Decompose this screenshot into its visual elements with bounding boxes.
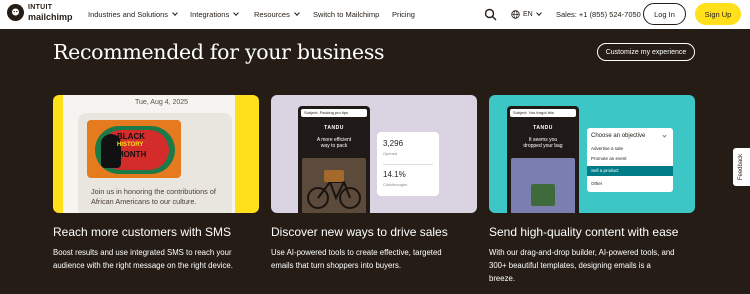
clickthrough-value: 14.1% xyxy=(383,170,406,179)
email-brand: TANDU xyxy=(324,125,344,131)
language-selector[interactable]: EN xyxy=(511,0,542,29)
globe-icon xyxy=(511,10,520,19)
feedback-label: Feedback xyxy=(738,153,745,181)
dropdown-option: Promote an event xyxy=(591,156,627,161)
login-button[interactable]: Log In xyxy=(643,3,686,25)
language-label: EN xyxy=(523,11,533,18)
top-nav: INTUIT mailchimp Industries and Solution… xyxy=(0,0,750,29)
message-line: Join us in honoring the contributions of xyxy=(91,187,216,196)
message-date: Tue, Aug 4, 2025 xyxy=(135,99,189,106)
sms-card-image[interactable]: Tue, Aug 4, 2025 BLACK HISTORY MONTH Joi… xyxy=(53,95,259,213)
email-preview: Subject: You forgot this TANDU It seems … xyxy=(507,106,579,213)
email-headline: It seems you dropped your bag xyxy=(507,137,579,149)
headline-line: dropped your bag xyxy=(523,143,563,149)
chevron-down-icon xyxy=(662,133,667,138)
section-title: Recommended for your business xyxy=(53,40,385,64)
poster-line: MONTH xyxy=(117,150,147,159)
chevron-down-icon xyxy=(294,10,300,16)
dropdown-option: Advertise a sale xyxy=(591,146,624,151)
sales-phone[interactable]: Sales: +1 (855) 524-7050 xyxy=(556,0,641,29)
nav-industries-and-solutions[interactable]: Industries and Solutions xyxy=(88,0,178,29)
card-desc-sales: Use AI-powered tools to create effective… xyxy=(271,246,442,272)
customize-experience-button[interactable]: Customize my experience xyxy=(597,43,695,61)
dropdown-option: Other xyxy=(591,181,603,186)
card-title-sms[interactable]: Reach more customers with SMS xyxy=(53,225,231,239)
nav-item-label: Integrations xyxy=(190,10,230,19)
nav-item-label: Pricing xyxy=(392,10,415,19)
nav-integrations[interactable]: Integrations xyxy=(190,0,240,29)
nav-pricing[interactable]: Pricing xyxy=(392,0,415,29)
nav-switch-to-mailchimp[interactable]: Switch to Mailchimp xyxy=(313,0,379,29)
logo-intuit-text: INTUIT xyxy=(28,4,53,11)
card-title-content[interactable]: Send high-quality content with ease xyxy=(489,225,678,239)
desc-line: Boost results and use integrated SMS to … xyxy=(53,248,232,257)
logo-wordmark: INTUIT mailchimp xyxy=(28,4,73,22)
feedback-tab[interactable]: Feedback xyxy=(733,148,750,186)
card-title-sales[interactable]: Discover new ways to drive sales xyxy=(271,225,448,239)
freddie-logo-icon xyxy=(7,4,24,21)
nav-resources[interactable]: Resources xyxy=(254,0,300,29)
opened-label: Opened xyxy=(383,151,398,156)
email-brand: TANDU xyxy=(533,125,553,131)
clickthrough-label: Clickthroughs xyxy=(383,182,408,187)
headline-line: way to pack xyxy=(320,143,348,149)
poster-line: BLACK xyxy=(117,132,145,141)
content-card-image[interactable]: Subject: You forgot this TANDU It seems … xyxy=(489,95,695,213)
bag-icon xyxy=(531,184,555,206)
nav-item-label: Switch to Mailchimp xyxy=(313,10,380,19)
signup-button[interactable]: Sign Up xyxy=(695,3,741,25)
desc-line: Use AI-powered tools to create effective… xyxy=(271,248,442,257)
nav-item-label: Resources xyxy=(254,10,290,19)
opened-value: 3,296 xyxy=(383,139,404,148)
chevron-down-icon xyxy=(172,10,178,16)
desc-line: 300+ beautiful templates, designing emai… xyxy=(489,261,651,270)
desc-line: emails that turn shoppers into buyers. xyxy=(271,261,402,270)
stats-divider xyxy=(383,164,433,165)
mailchimp-logo[interactable]: INTUIT mailchimp xyxy=(7,4,73,22)
email-subject: Subject: You forgot this xyxy=(510,109,576,117)
email-preview: Subject: Packing pro tips TANDU A more e… xyxy=(298,106,370,213)
bag-photo xyxy=(511,158,575,213)
nav-item-label: Industries and Solutions xyxy=(88,10,169,19)
phone-mockup: Tue, Aug 4, 2025 BLACK HISTORY MONTH Joi… xyxy=(63,95,235,213)
dropdown-title: Choose an objective xyxy=(591,133,646,139)
poster-line: HISTORY xyxy=(117,142,144,148)
poster-text: BLACK HISTORY MONTH xyxy=(117,132,146,159)
sales-card-image[interactable]: Subject: Packing pro tips TANDU A more e… xyxy=(271,95,477,213)
dropdown-option-selected: Sell a product xyxy=(587,166,673,176)
logo-mailchimp-text: mailchimp xyxy=(28,12,73,22)
desc-line: With our drag-and-drop builder, AI-power… xyxy=(489,248,675,257)
bicycle-photo xyxy=(302,158,366,213)
chevron-down-icon xyxy=(535,10,542,16)
email-subject: Subject: Packing pro tips xyxy=(301,109,367,117)
stats-panel: 3,296 Opened 14.1% Clickthroughs xyxy=(377,132,439,196)
search-icon[interactable] xyxy=(484,8,497,21)
bicycle-icon xyxy=(307,170,361,209)
sms-message-text: Join us in honoring the contributions of… xyxy=(91,187,216,207)
card-desc-content: With our drag-and-drop builder, AI-power… xyxy=(489,246,675,285)
card-desc-sms: Boost results and use integrated SMS to … xyxy=(53,246,233,272)
desc-line: breeze. xyxy=(489,274,516,283)
history-month-poster: BLACK HISTORY MONTH xyxy=(87,120,181,178)
email-headline: A more efficient way to pack xyxy=(298,137,370,149)
chevron-down-icon xyxy=(233,10,240,16)
objective-dropdown: Choose an objective Advertise a sale Pro… xyxy=(587,128,673,192)
message-line: African Americans to our culture. xyxy=(91,197,197,206)
desc-line: audience with the right message on the r… xyxy=(53,261,233,270)
